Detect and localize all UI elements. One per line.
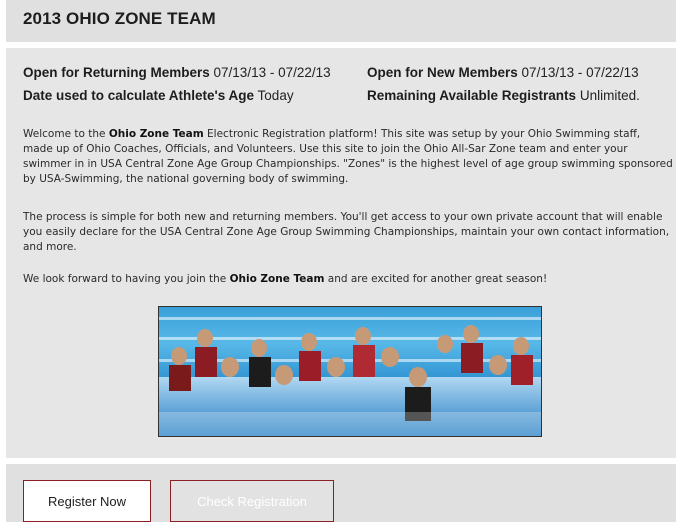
welcome-team-name: Ohio Zone Team [108, 128, 204, 140]
closing-team-name: Ohio Zone Team [229, 273, 325, 285]
new-members-dates: 07/13/13 - 07/22/13 [521, 65, 639, 80]
new-members-info: Open for New Members 07/13/13 - 07/22/13 [367, 65, 639, 80]
welcome-paragraph: Welcome to the Ohio Zone Team Electronic… [23, 127, 673, 187]
closing-text-1: We look forward to having you join the [23, 273, 230, 285]
returning-members-info: Open for Returning Members 07/13/13 - 07… [23, 65, 331, 80]
page: 2013 OHIO ZONE TEAM Open for Returning M… [0, 0, 676, 522]
remaining-registrants-label: Remaining Available Registrants [367, 88, 577, 103]
age-calc-value: Today [257, 88, 294, 103]
team-photo [158, 306, 542, 437]
returning-members-dates: 07/13/13 - 07/22/13 [213, 65, 331, 80]
process-paragraph: The process is simple for both new and r… [23, 211, 670, 253]
info-row-dates: Open for Returning Members 07/13/13 - 07… [23, 65, 639, 80]
age-calc-label: Date used to calculate Athlete's Age [23, 88, 255, 103]
closing-text-2: and are excited for another great season… [324, 273, 548, 285]
main-panel: Open for Returning Members 07/13/13 - 07… [6, 48, 676, 458]
remaining-registrants-info: Remaining Available Registrants Unlimite… [367, 88, 640, 103]
check-registration-button[interactable]: Check Registration [170, 480, 334, 522]
bottom-bar: Register Now Check Registration [6, 464, 676, 522]
new-members-label: Open for New Members [367, 65, 518, 80]
title-bar: 2013 OHIO ZONE TEAM [6, 0, 676, 42]
age-calc-info: Date used to calculate Athlete's Age Tod… [23, 88, 294, 103]
welcome-text-1: Welcome to the [23, 128, 109, 140]
page-title: 2013 OHIO ZONE TEAM [23, 9, 216, 28]
returning-members-label: Open for Returning Members [23, 65, 210, 80]
register-now-button[interactable]: Register Now [23, 480, 151, 522]
remaining-registrants-value: Unlimited. [579, 88, 640, 103]
info-row-age: Date used to calculate Athlete's Age Tod… [23, 88, 640, 103]
closing-paragraph: We look forward to having you join the O… [23, 272, 673, 287]
